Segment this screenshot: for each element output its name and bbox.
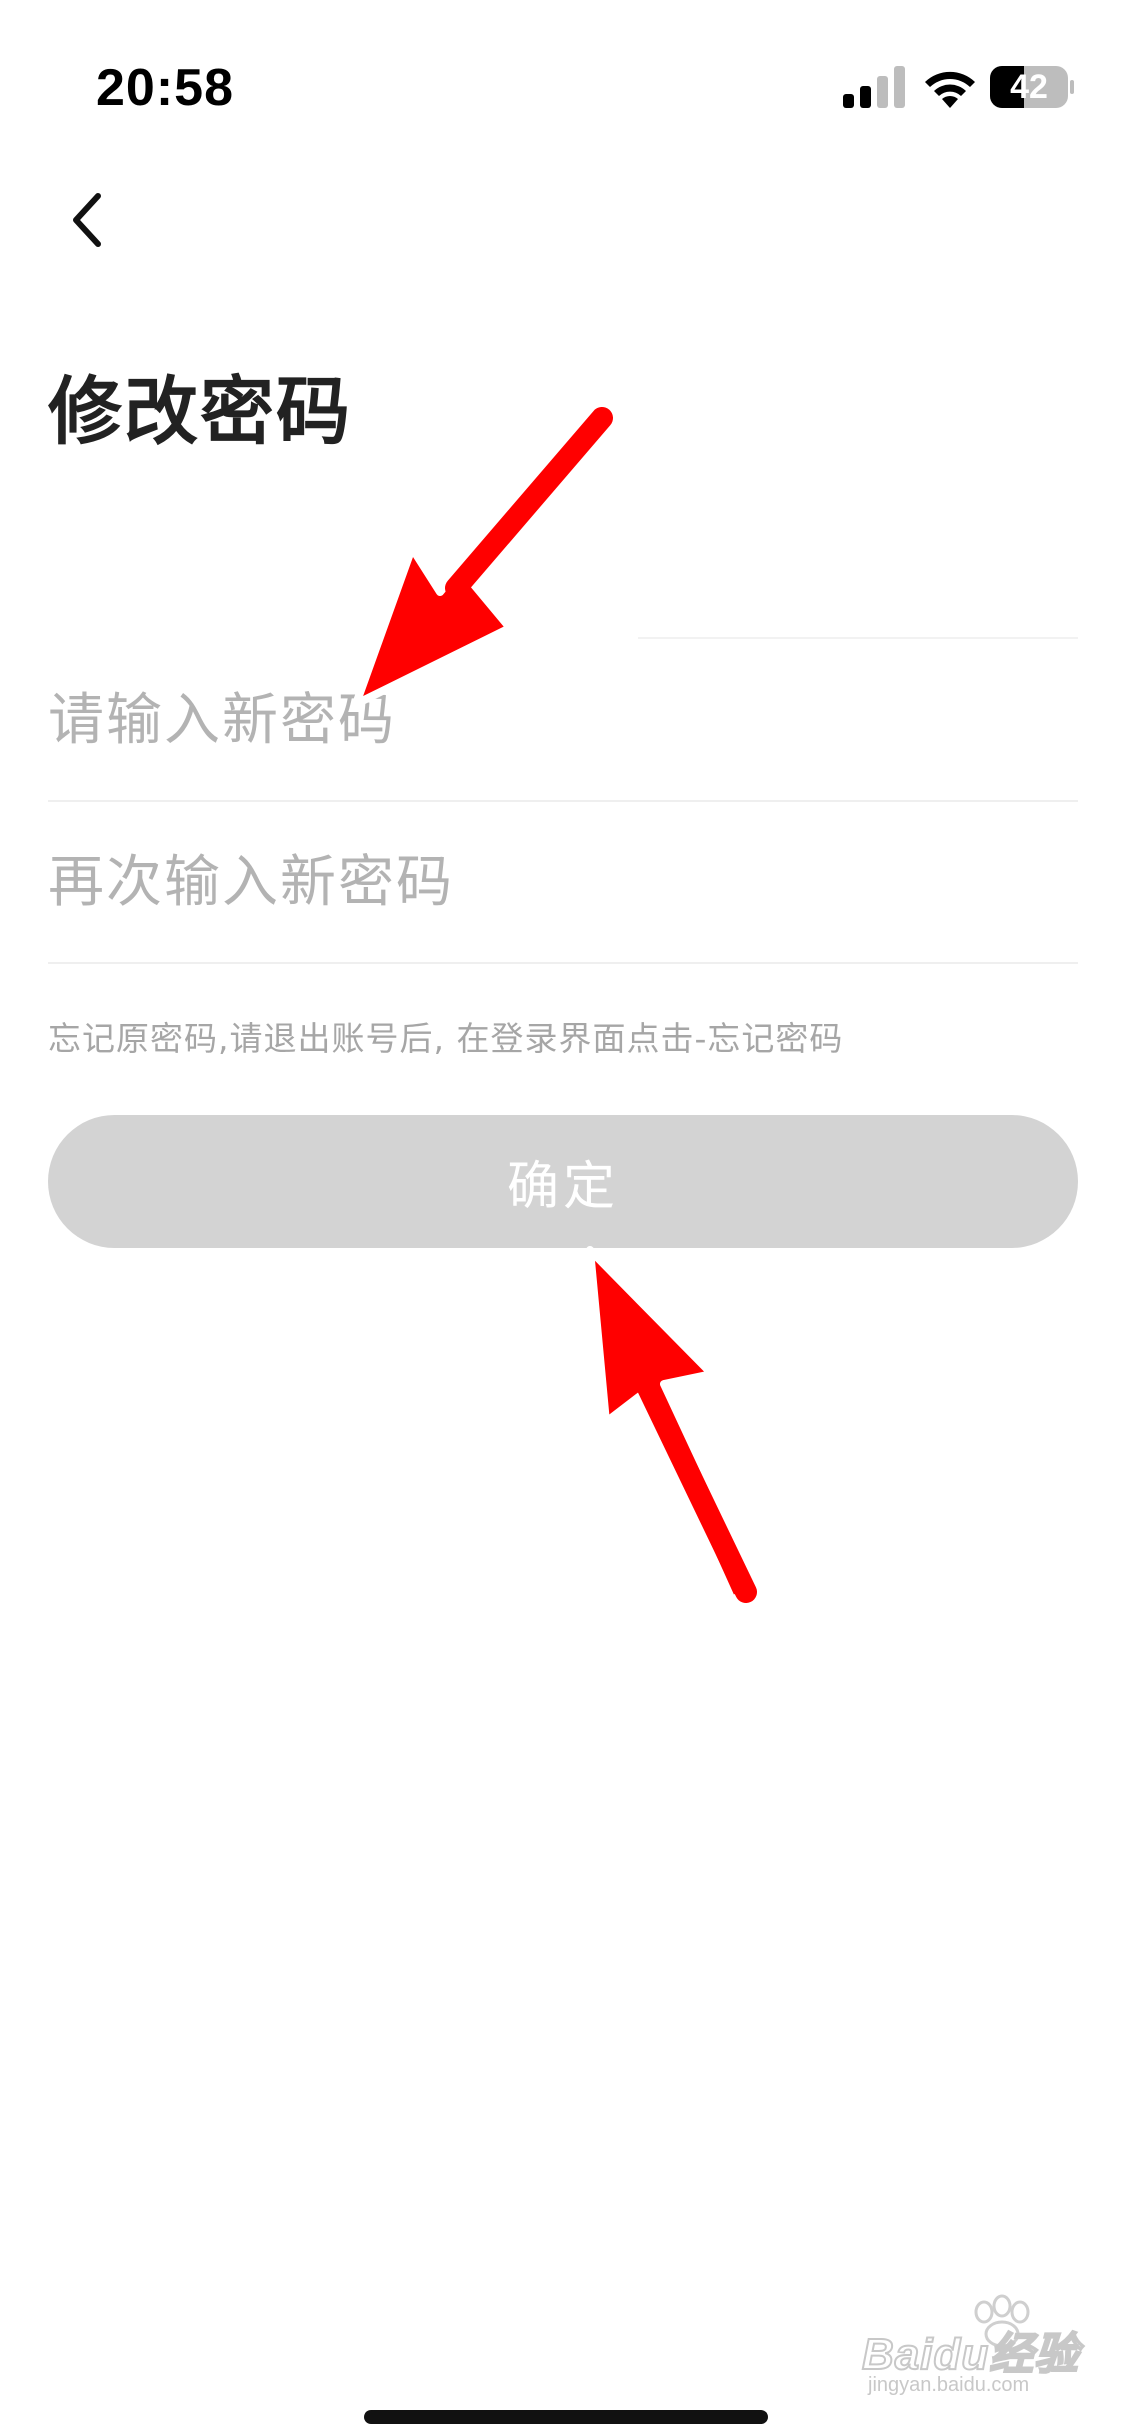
confirm-password-field bbox=[48, 802, 1078, 964]
back-button[interactable] bbox=[48, 180, 128, 260]
confirm-button[interactable]: 确定 bbox=[48, 1115, 1078, 1248]
wifi-icon bbox=[925, 71, 975, 108]
confirm-password-input[interactable] bbox=[48, 802, 1078, 962]
divider bbox=[638, 637, 1078, 639]
battery-level: 42 bbox=[1010, 68, 1048, 106]
status-time: 20:58 bbox=[96, 59, 234, 117]
watermark-brand: Baidu经验 bbox=[861, 2329, 1080, 2380]
chevron-left-icon bbox=[73, 193, 101, 247]
new-password-field bbox=[48, 640, 1078, 802]
home-indicator bbox=[364, 2410, 768, 2424]
cellular-signal-icon bbox=[843, 66, 905, 108]
page-title: 修改密码 bbox=[48, 369, 352, 455]
arrow-pointing-to-confirm-button bbox=[586, 1246, 762, 1604]
new-password-input[interactable] bbox=[48, 640, 1078, 800]
watermark-site: jingyan.baidu.com bbox=[868, 2374, 1030, 2396]
forgot-password-hint: 忘记原密码,请退出账号后, 在登录界面点击-忘记密码 bbox=[48, 1019, 844, 1058]
change-password-screen: 20:58 42 修改密码 忘记原密码,请退出账号后, 在登录界面点击-忘记密码 bbox=[0, 0, 1125, 2436]
